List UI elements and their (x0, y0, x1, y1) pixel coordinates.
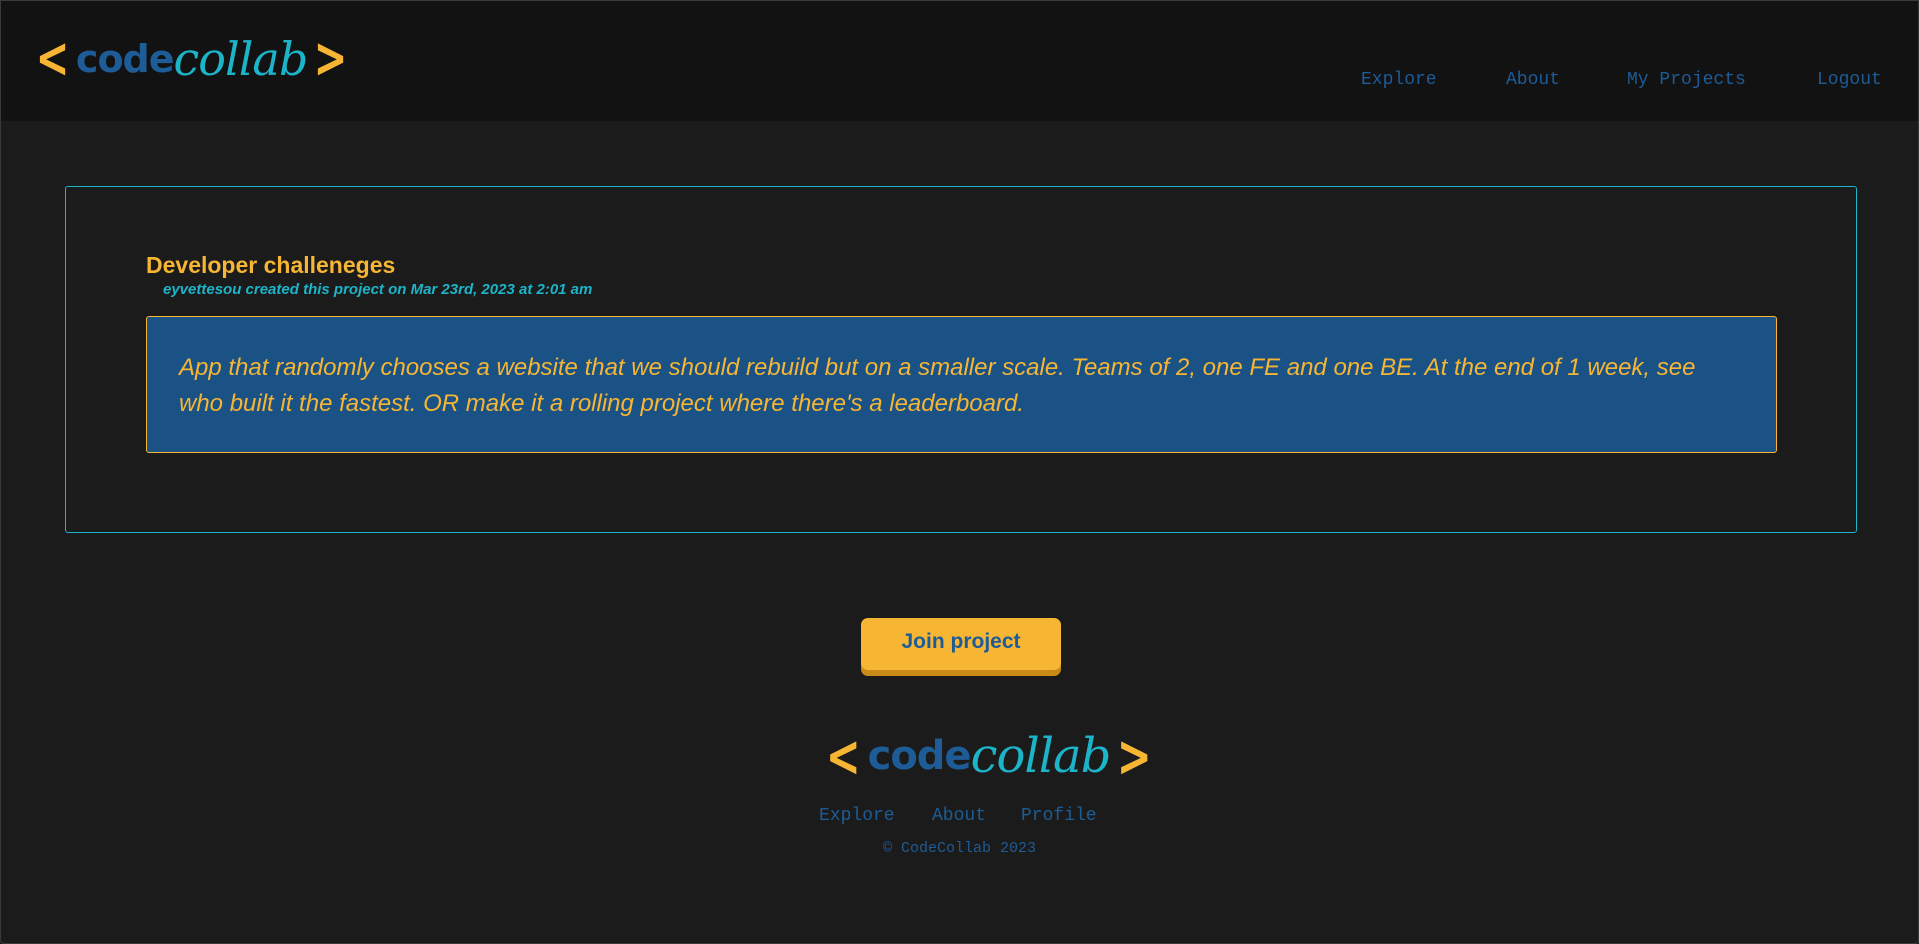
project-card: Developer challeneges eyvettesou created… (65, 186, 1857, 533)
project-meta: eyvettesou created this project on Mar 2… (163, 281, 593, 298)
footer-link-about[interactable]: About (932, 805, 986, 827)
footer-logo[interactable]: < code collab > (819, 723, 1159, 789)
logo-text-code: code (75, 37, 175, 81)
project-description: App that randomly chooses a website that… (179, 354, 1696, 417)
site-header: < code collab > Explore About My Project… (1, 1, 1918, 121)
join-project-button[interactable]: Join project (861, 618, 1061, 670)
header-logo[interactable]: < code collab > (29, 27, 354, 91)
copyright-text: © CodeCollab 2023 (882, 840, 1037, 857)
logo-text-code: code (867, 733, 972, 779)
logo-bracket-open: < (35, 26, 70, 91)
nav-link-about[interactable]: About (1506, 68, 1560, 92)
project-title: Developer challeneges (146, 252, 396, 278)
nav-link-logout[interactable]: Logout (1817, 68, 1882, 92)
footer-link-explore[interactable]: Explore (819, 805, 895, 827)
logo-bracket-close: > (313, 26, 348, 91)
footer-link-profile[interactable]: Profile (1021, 805, 1097, 827)
logo-text-collab: collab (173, 32, 309, 86)
nav-link-explore[interactable]: Explore (1361, 68, 1437, 92)
page: < code collab > Explore About My Project… (0, 0, 1919, 944)
logo-bracket-close: > (1117, 722, 1153, 790)
nav-link-my-projects[interactable]: My Projects (1627, 68, 1746, 92)
logo-bracket-open: < (825, 722, 861, 790)
project-description-box: App that randomly chooses a website that… (146, 316, 1777, 453)
logo-text-collab: collab (970, 728, 1112, 784)
